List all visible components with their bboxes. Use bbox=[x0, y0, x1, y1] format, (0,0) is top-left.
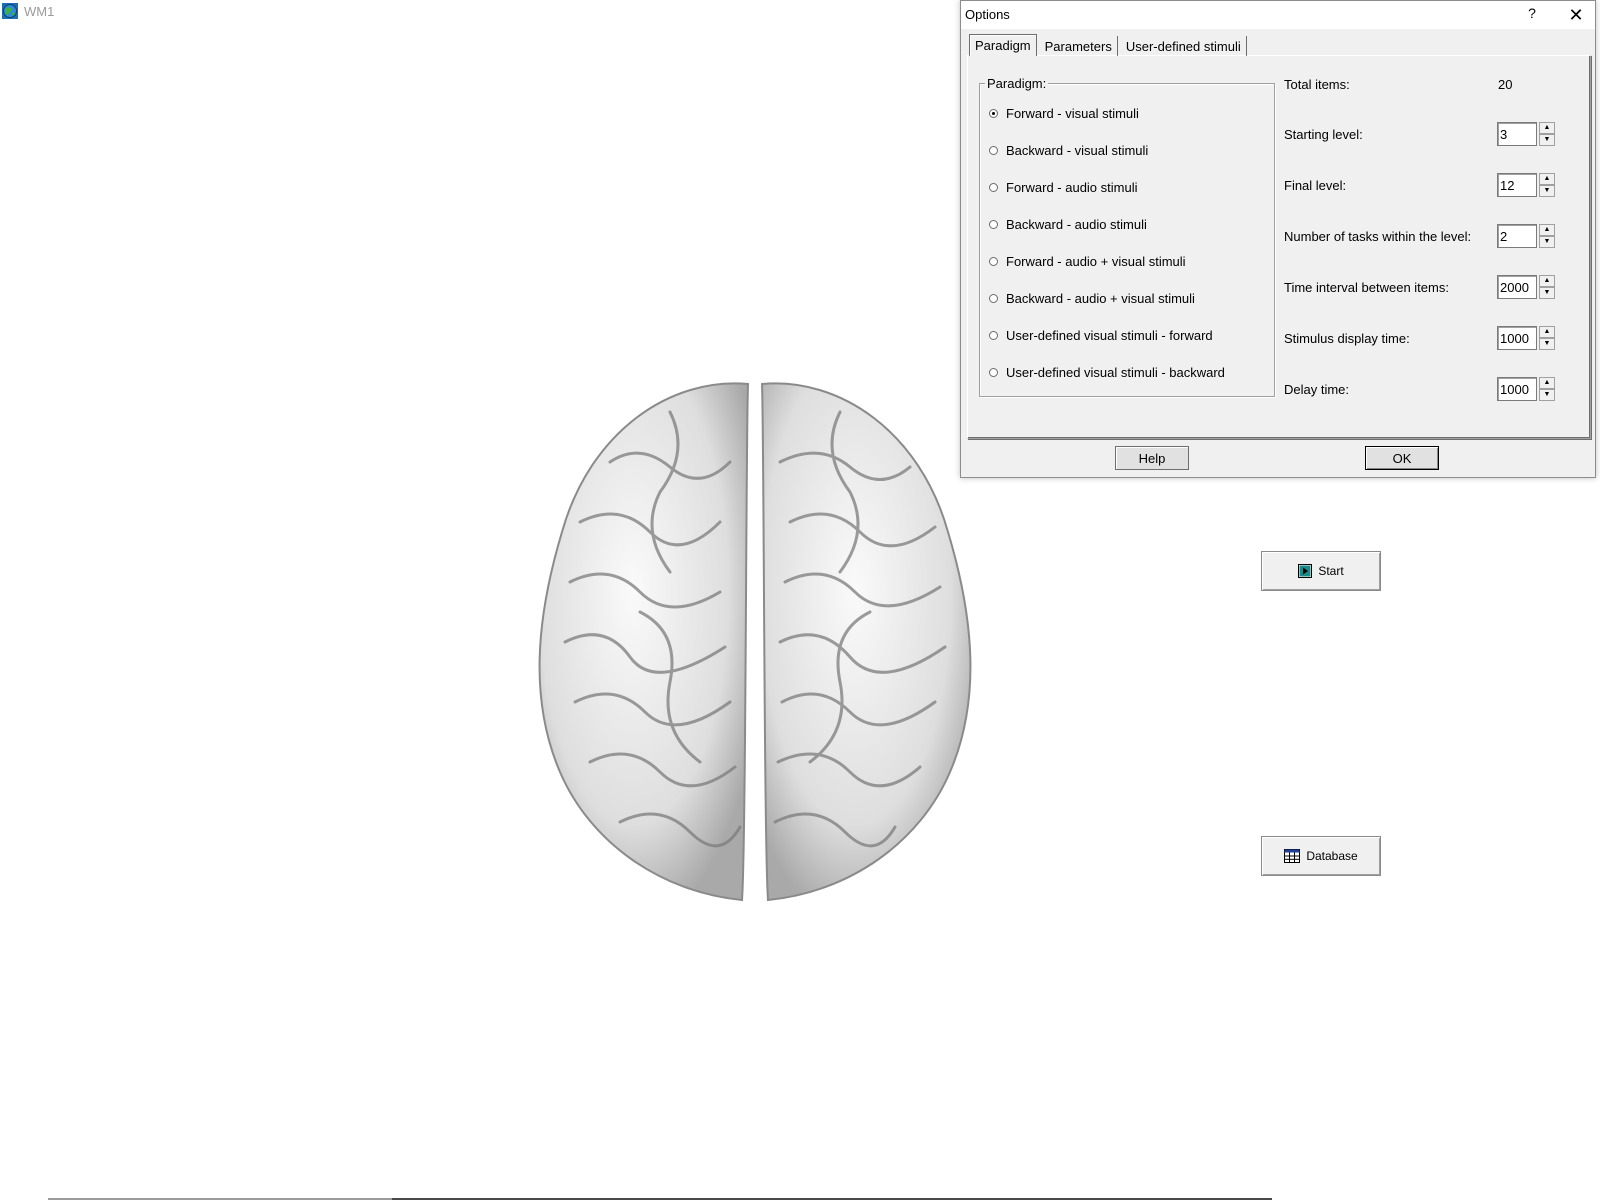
delay-time-input[interactable] bbox=[1497, 377, 1537, 401]
starting-level-input[interactable] bbox=[1497, 122, 1537, 146]
start-button-label: Start bbox=[1318, 564, 1344, 578]
database-button-label: Database bbox=[1306, 849, 1358, 863]
spin-buttons: ▲ ▼ bbox=[1539, 377, 1555, 401]
close-icon[interactable]: ✕ bbox=[1561, 3, 1591, 27]
time-interval-label: Time interval between items: bbox=[1284, 280, 1449, 295]
spin-up-icon[interactable]: ▲ bbox=[1539, 173, 1555, 185]
starting-level-label: Starting level: bbox=[1284, 127, 1363, 142]
radio-label: Backward - audio stimuli bbox=[1006, 216, 1147, 232]
brain-image bbox=[538, 382, 972, 902]
spin-down-icon[interactable]: ▼ bbox=[1539, 389, 1555, 401]
dialog-titlebar: Options ? ✕ bbox=[961, 1, 1595, 29]
spin-buttons: ▲ ▼ bbox=[1539, 122, 1555, 146]
time-interval-spinner: ▲ ▼ bbox=[1497, 275, 1555, 299]
spin-down-icon[interactable]: ▼ bbox=[1539, 236, 1555, 248]
time-interval-input[interactable] bbox=[1497, 275, 1537, 299]
tab-user-defined-stimuli[interactable]: User-defined stimuli bbox=[1121, 36, 1247, 56]
tasks-within-level-label: Number of tasks within the level: bbox=[1284, 229, 1472, 244]
radio-backward-audio[interactable]: Backward - audio stimuli bbox=[989, 215, 1147, 233]
radio-label: Backward - visual stimuli bbox=[1006, 142, 1149, 158]
total-items-value: 20 bbox=[1498, 77, 1513, 92]
spin-buttons: ▲ ▼ bbox=[1539, 224, 1555, 248]
radio-label: Backward - audio + visual stimuli bbox=[1006, 290, 1195, 306]
spin-buttons: ▲ ▼ bbox=[1539, 326, 1555, 350]
help-icon[interactable]: ? bbox=[1521, 5, 1543, 25]
radio-backward-visual[interactable]: Backward - visual stimuli bbox=[989, 141, 1148, 159]
radio-button[interactable] bbox=[989, 330, 998, 340]
spin-up-icon[interactable]: ▲ bbox=[1539, 122, 1555, 134]
tab-paradigm[interactable]: Paradigm bbox=[969, 34, 1037, 56]
radio-button[interactable] bbox=[989, 256, 998, 266]
options-dialog: Options ? ✕ Paradigm Parameters User-def… bbox=[960, 0, 1596, 478]
spin-buttons: ▲ ▼ bbox=[1539, 275, 1555, 299]
globe-icon bbox=[2, 3, 18, 19]
radio-forward-audio[interactable]: Forward - audio stimuli bbox=[989, 178, 1138, 196]
delay-time-spinner: ▲ ▼ bbox=[1497, 377, 1555, 401]
spin-down-icon[interactable]: ▼ bbox=[1539, 287, 1555, 299]
radio-forward-audio-visual[interactable]: Forward - audio + visual stimuli bbox=[989, 252, 1186, 270]
tasks-within-level-input[interactable] bbox=[1497, 224, 1537, 248]
help-button[interactable]: Help bbox=[1115, 446, 1189, 470]
start-button[interactable]: Start bbox=[1261, 551, 1381, 591]
radio-label: User-defined visual stimuli - backward bbox=[1006, 364, 1225, 380]
paradigm-group-label: Paradigm: bbox=[985, 76, 1049, 91]
delay-time-label: Delay time: bbox=[1284, 382, 1350, 397]
final-level-spinner: ▲ ▼ bbox=[1497, 173, 1555, 197]
ok-button[interactable]: OK bbox=[1365, 446, 1439, 470]
radio-label: User-defined visual stimuli - forward bbox=[1006, 327, 1213, 343]
tasks-within-level-spinner: ▲ ▼ bbox=[1497, 224, 1555, 248]
spin-down-icon[interactable]: ▼ bbox=[1539, 185, 1555, 197]
spin-buttons: ▲ ▼ bbox=[1539, 173, 1555, 197]
paradigm-groupbox bbox=[979, 83, 1275, 397]
radio-label: Forward - audio stimuli bbox=[1006, 179, 1138, 195]
radio-button[interactable] bbox=[989, 219, 998, 229]
spin-up-icon[interactable]: ▲ bbox=[1539, 377, 1555, 389]
display-time-input[interactable] bbox=[1497, 326, 1537, 350]
tab-parameters[interactable]: Parameters bbox=[1040, 36, 1118, 56]
app-titlebar: WM1 bbox=[0, 0, 54, 22]
radio-button[interactable] bbox=[989, 182, 998, 192]
radio-button[interactable] bbox=[989, 108, 998, 118]
radio-button[interactable] bbox=[989, 367, 998, 377]
radio-forward-visual[interactable]: Forward - visual stimuli bbox=[989, 104, 1139, 122]
radio-label: Forward - visual stimuli bbox=[1006, 105, 1139, 121]
total-items-label: Total items: bbox=[1284, 77, 1350, 92]
spin-up-icon[interactable]: ▲ bbox=[1539, 275, 1555, 287]
spin-down-icon[interactable]: ▼ bbox=[1539, 134, 1555, 146]
tab-strip: Paradigm Parameters User-defined stimuli bbox=[969, 34, 1250, 56]
spin-up-icon[interactable]: ▲ bbox=[1539, 224, 1555, 236]
radio-user-defined-backward[interactable]: User-defined visual stimuli - backward bbox=[989, 363, 1225, 381]
radio-button[interactable] bbox=[989, 145, 998, 155]
spin-up-icon[interactable]: ▲ bbox=[1539, 326, 1555, 338]
radio-backward-audio-visual[interactable]: Backward - audio + visual stimuli bbox=[989, 289, 1195, 307]
play-icon bbox=[1298, 564, 1313, 578]
display-time-spinner: ▲ ▼ bbox=[1497, 326, 1555, 350]
app-title: WM1 bbox=[24, 3, 55, 19]
radio-label: Forward - audio + visual stimuli bbox=[1006, 253, 1186, 269]
spin-down-icon[interactable]: ▼ bbox=[1539, 338, 1555, 350]
final-level-input[interactable] bbox=[1497, 173, 1537, 197]
starting-level-spinner: ▲ ▼ bbox=[1497, 122, 1555, 146]
display-time-label: Stimulus display time: bbox=[1284, 331, 1410, 346]
radio-button[interactable] bbox=[989, 293, 998, 303]
database-button[interactable]: Database bbox=[1261, 836, 1381, 876]
radio-user-defined-forward[interactable]: User-defined visual stimuli - forward bbox=[989, 326, 1213, 344]
dialog-title: Options bbox=[965, 7, 1010, 22]
table-icon bbox=[1284, 849, 1301, 863]
final-level-label: Final level: bbox=[1284, 178, 1347, 193]
